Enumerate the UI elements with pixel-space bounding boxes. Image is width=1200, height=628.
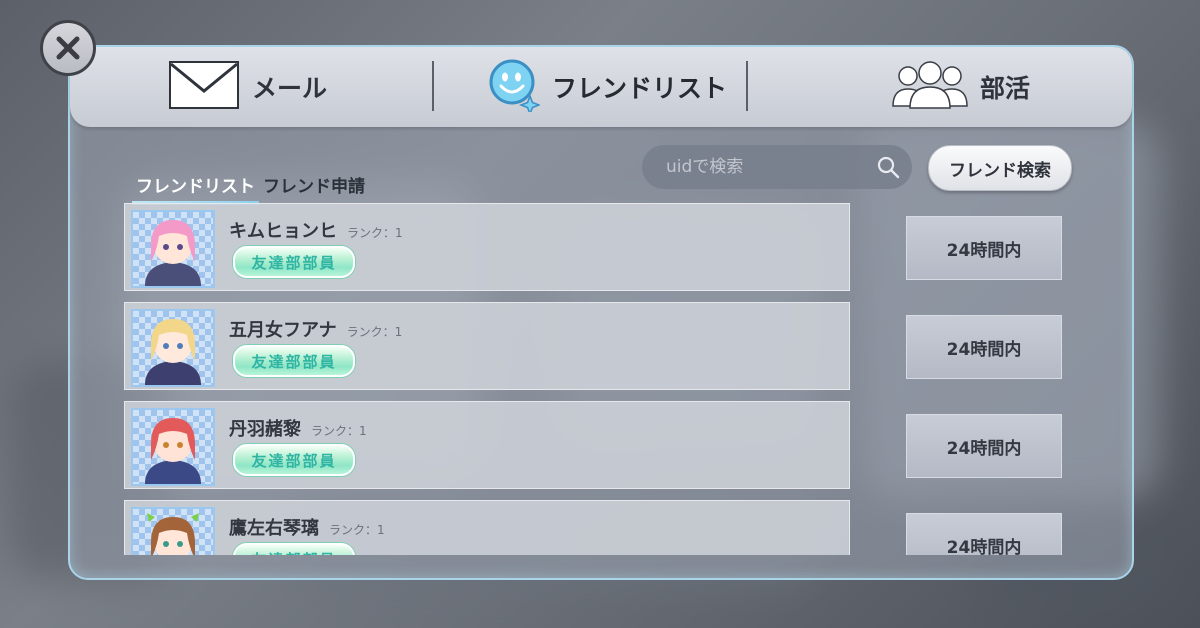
friend-card[interactable]: キムヒョンヒ ランク：1 友達部部員 [124,203,850,291]
friend-row[interactable]: 鷹左右琴璃ランク：1 友達部部員 24時間内 [124,500,1114,555]
member-badge: 友達部部員 [233,543,355,555]
login-time-button[interactable]: 24時間内 [906,216,1062,280]
close-button[interactable] [40,20,96,76]
friend-name: 鷹左右琴璃 [229,518,319,539]
friend-rank: ランク：1 [346,325,403,339]
mail-envelope-icon [168,59,240,115]
tab-friend-list[interactable]: フレンドリスト [488,47,727,127]
friends-panel: メール フレンドリスト 部活 フレンドリスト フレンド申請 uidで検索 フレン… [68,45,1134,580]
login-time-button[interactable]: 24時間内 [906,414,1062,478]
tab-mail-label: メール [252,74,328,103]
tab-friend-list-label: フレンドリスト [552,74,728,103]
friend-card[interactable]: 丹羽赭黎 ランク：1 友達部部員 [124,401,850,489]
group-people-icon [892,60,968,114]
friend-name: キムヒョンヒ [229,221,337,242]
member-badge: 友達部部員 [233,444,355,476]
friend-list: キムヒョンヒ ランク：1 友達部部員 24時間内 五月女フアナ ランク：1 友達部部… [124,203,1114,555]
member-badge: 友達部部員 [233,345,355,377]
tab-club[interactable]: 部活 [892,47,1030,127]
tab-club-label: 部活 [980,74,1031,103]
avatar [131,210,215,288]
friend-card[interactable]: 鷹左右琴璃ランク：1 友達部部員 [124,500,850,555]
login-time-button[interactable]: 24時間内 [906,513,1062,555]
tab-bar: メール フレンドリスト 部活 [70,47,1132,127]
friend-name-line: 五月女フアナ ランク：1 [229,316,402,342]
friend-name-line: 鷹左右琴璃 ランク：1 [229,514,385,540]
friend-name-line: 丹羽赭黎 ランク：1 [229,415,367,441]
close-icon [56,36,80,60]
uid-search-box [642,145,912,189]
friend-row[interactable]: 五月女フアナ ランク：1 友達部部員 24時間内 [124,302,1114,390]
avatar [131,507,215,555]
friend-name: 五月女フアナ [229,320,337,341]
tab-mail[interactable]: メール [168,47,327,127]
friend-rank: ランク：1 [311,424,367,438]
search-icon[interactable] [876,155,900,179]
friend-name: 丹羽赭黎 [229,419,301,440]
friend-row[interactable]: 丹羽赭黎 ランク：1 友達部部員 24時間内 [124,401,1114,489]
friend-rank: ランク：1 [347,226,403,240]
avatar [131,309,215,387]
friend-rank: ランク：1 [329,523,385,537]
friend-card[interactable]: 五月女フアナ ランク：1 友達部部員 [124,302,850,390]
login-time-button[interactable]: 24時間内 [906,315,1062,379]
tab-divider [432,61,434,111]
friend-name-line: キムヒョンヒ ランク：1 [229,217,403,243]
subtab-row: フレンドリスト フレンド申請 [132,169,369,205]
member-badge: 友達部部員 [233,246,355,278]
avatar [131,408,215,486]
tab-divider [746,61,748,111]
subtab-friend-list[interactable]: フレンドリスト [132,172,259,205]
uid-search-input[interactable] [664,156,878,178]
smiley-face-icon [488,58,542,117]
friend-search-button[interactable]: フレンド検索 [928,145,1072,191]
subtab-friend-requests[interactable]: フレンド申請 [259,172,369,197]
friend-row[interactable]: キムヒョンヒ ランク：1 友達部部員 24時間内 [124,203,1114,291]
